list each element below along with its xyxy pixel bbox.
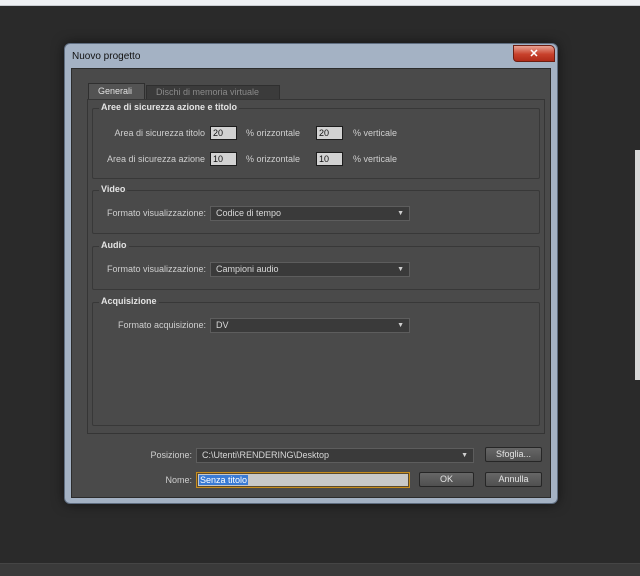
capture-format-value: DV — [216, 320, 229, 330]
chevron-down-icon: ▼ — [397, 266, 404, 273]
chevron-down-icon: ▼ — [461, 452, 468, 459]
location-select[interactable]: C:\Utenti\RENDERING\Desktop ▼ — [196, 448, 474, 463]
capture-title: Acquisizione — [99, 296, 159, 306]
action-safe-horizontal-unit: % orizzontale — [246, 154, 301, 164]
audio-title: Audio — [99, 240, 129, 250]
title-safe-horizontal-input[interactable]: 20 — [210, 126, 237, 140]
action-safe-vertical-unit: % verticale — [353, 154, 398, 164]
audio-group: Audio Formato visualizzazione: Campioni … — [92, 240, 540, 290]
video-title: Video — [99, 184, 128, 194]
action-safe-vertical-input[interactable]: 10 — [316, 152, 343, 166]
tab-virtual-memory-disks[interactable]: Dischi di memoria virtuale — [146, 85, 280, 99]
audio-format-label: Formato visualizzazione: — [106, 264, 206, 274]
title-safe-vertical-unit: % verticale — [353, 128, 398, 138]
general-tab-panel: Aree di sicurezza azione e titolo Area d… — [87, 99, 545, 434]
chevron-down-icon: ▼ — [397, 322, 404, 329]
action-safe-label: Area di sicurezza azione — [106, 154, 205, 164]
ok-button[interactable]: OK — [419, 472, 474, 487]
background-taskbar-strip — [0, 563, 640, 576]
location-value: C:\Utenti\RENDERING\Desktop — [202, 450, 330, 460]
capture-group: Acquisizione Formato acquisizione: DV ▼ — [92, 296, 540, 426]
safe-areas-group: Aree di sicurezza azione e titolo Area d… — [92, 102, 540, 179]
dialog-body: Generali Dischi di memoria virtuale Aree… — [71, 68, 551, 498]
name-label: Nome: — [165, 475, 192, 485]
background-scrollbar — [635, 150, 640, 380]
dialog-title: Nuovo progetto — [72, 51, 141, 62]
title-safe-vertical-input[interactable]: 20 — [316, 126, 343, 140]
title-safe-label: Area di sicurezza titolo — [114, 128, 205, 138]
new-project-dialog: Nuovo progetto ✕ Generali Dischi di memo… — [64, 43, 558, 504]
cancel-button[interactable]: Annulla — [485, 472, 542, 487]
video-group: Video Formato visualizzazione: Codice di… — [92, 184, 540, 234]
browse-button[interactable]: Sfoglia... — [485, 447, 542, 462]
name-value: Senza titolo — [199, 475, 249, 485]
safe-areas-title: Aree di sicurezza azione e titolo — [99, 102, 240, 112]
video-format-label: Formato visualizzazione: — [106, 208, 206, 218]
action-safe-horizontal-input[interactable]: 10 — [210, 152, 237, 166]
title-safe-horizontal-unit: % orizzontale — [246, 128, 301, 138]
video-format-value: Codice di tempo — [216, 208, 282, 218]
background-window-strip — [0, 0, 640, 6]
close-button[interactable]: ✕ — [513, 45, 555, 62]
tab-generali[interactable]: Generali — [88, 83, 145, 99]
chevron-down-icon: ▼ — [397, 210, 404, 217]
capture-format-select[interactable]: DV ▼ — [210, 318, 410, 333]
audio-format-select[interactable]: Campioni audio ▼ — [210, 262, 410, 277]
title-bar[interactable]: Nuovo progetto ✕ — [65, 44, 557, 68]
video-format-select[interactable]: Codice di tempo ▼ — [210, 206, 410, 221]
capture-format-label: Formato acquisizione: — [117, 320, 206, 330]
close-icon: ✕ — [529, 48, 539, 60]
location-label: Posizione: — [150, 450, 192, 460]
name-input[interactable]: Senza titolo — [196, 472, 410, 488]
audio-format-value: Campioni audio — [216, 264, 279, 274]
